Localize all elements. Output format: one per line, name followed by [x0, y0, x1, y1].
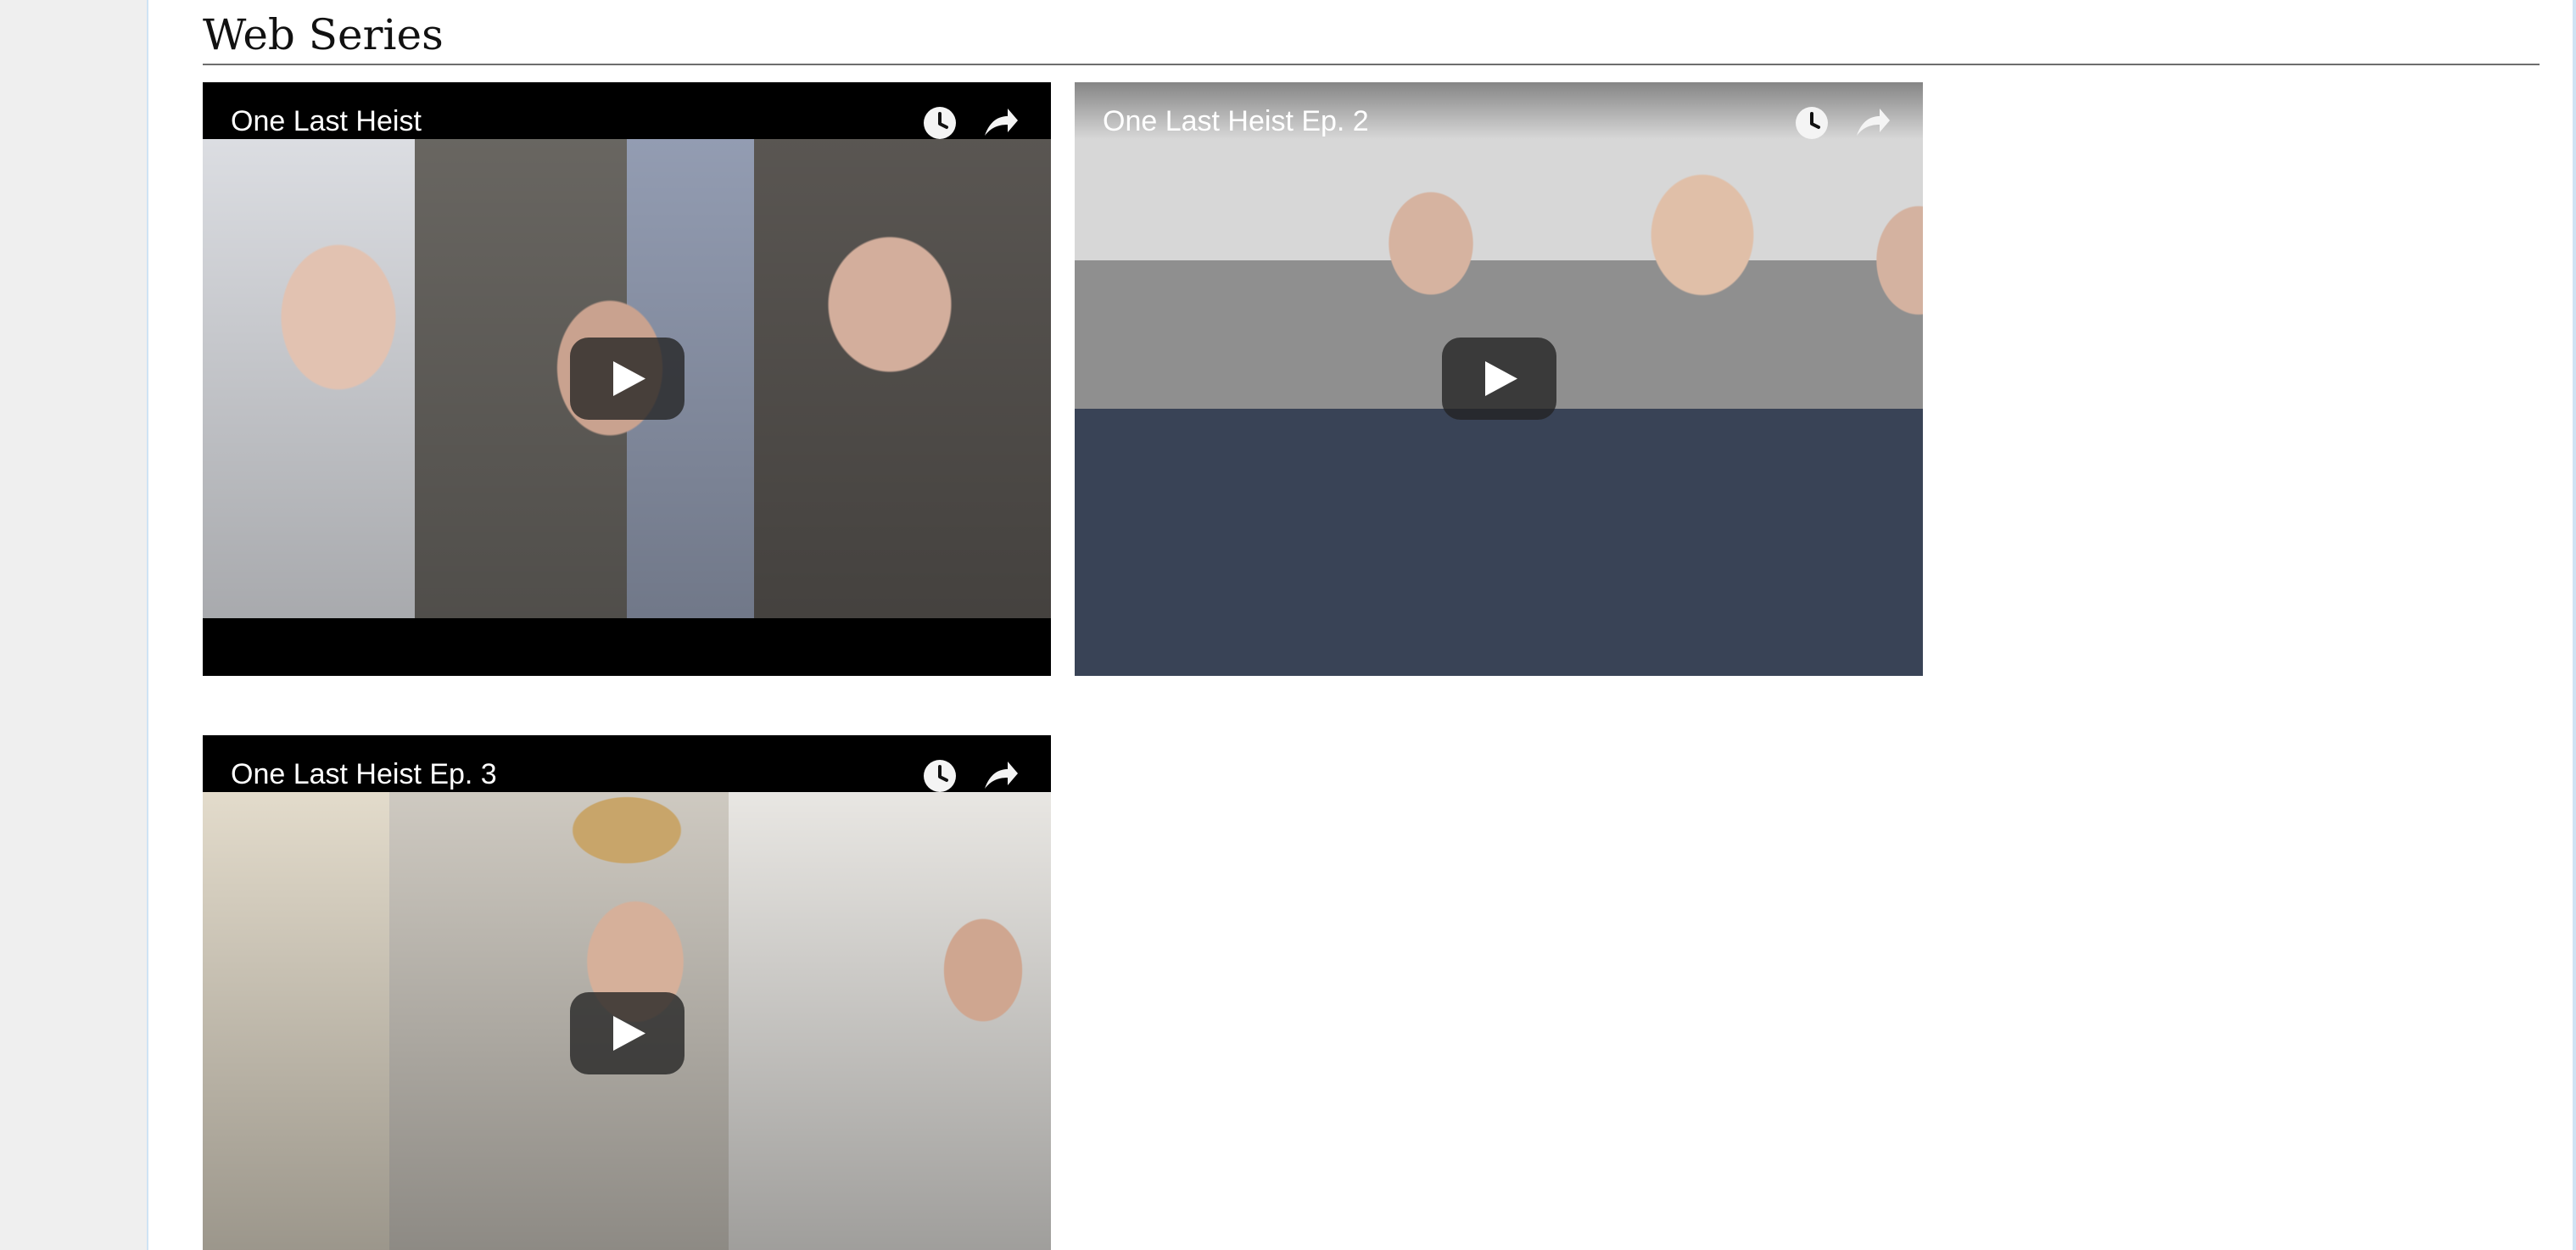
section-divider: [203, 64, 2540, 65]
section-title: Web Series: [203, 10, 444, 59]
left-sidebar-rail: [0, 0, 148, 1250]
video-card-one-last-heist-ep-2[interactable]: One Last Heist Ep. 2: [1075, 82, 1923, 676]
clock-icon[interactable]: [1794, 105, 1830, 141]
play-icon: [1485, 361, 1517, 396]
play-button[interactable]: [1442, 338, 1556, 420]
share-icon[interactable]: [1855, 105, 1891, 141]
play-icon: [613, 1016, 645, 1051]
right-page-border: [2573, 0, 2576, 1250]
main-content: Web Series One Last Heist One Last Heist…: [150, 0, 2573, 1250]
play-icon: [613, 361, 645, 396]
play-button[interactable]: [570, 992, 685, 1074]
video-title[interactable]: One Last Heist Ep. 2: [1103, 104, 1369, 138]
share-icon[interactable]: [983, 105, 1019, 141]
clock-icon[interactable]: [922, 758, 958, 794]
share-icon[interactable]: [983, 758, 1019, 794]
video-title[interactable]: One Last Heist: [231, 104, 422, 138]
video-card-one-last-heist-ep-3[interactable]: One Last Heist Ep. 3: [203, 735, 1051, 1250]
clock-icon[interactable]: [922, 105, 958, 141]
video-card-one-last-heist[interactable]: One Last Heist: [203, 82, 1051, 676]
video-title[interactable]: One Last Heist Ep. 3: [231, 757, 497, 791]
play-button[interactable]: [570, 338, 685, 420]
